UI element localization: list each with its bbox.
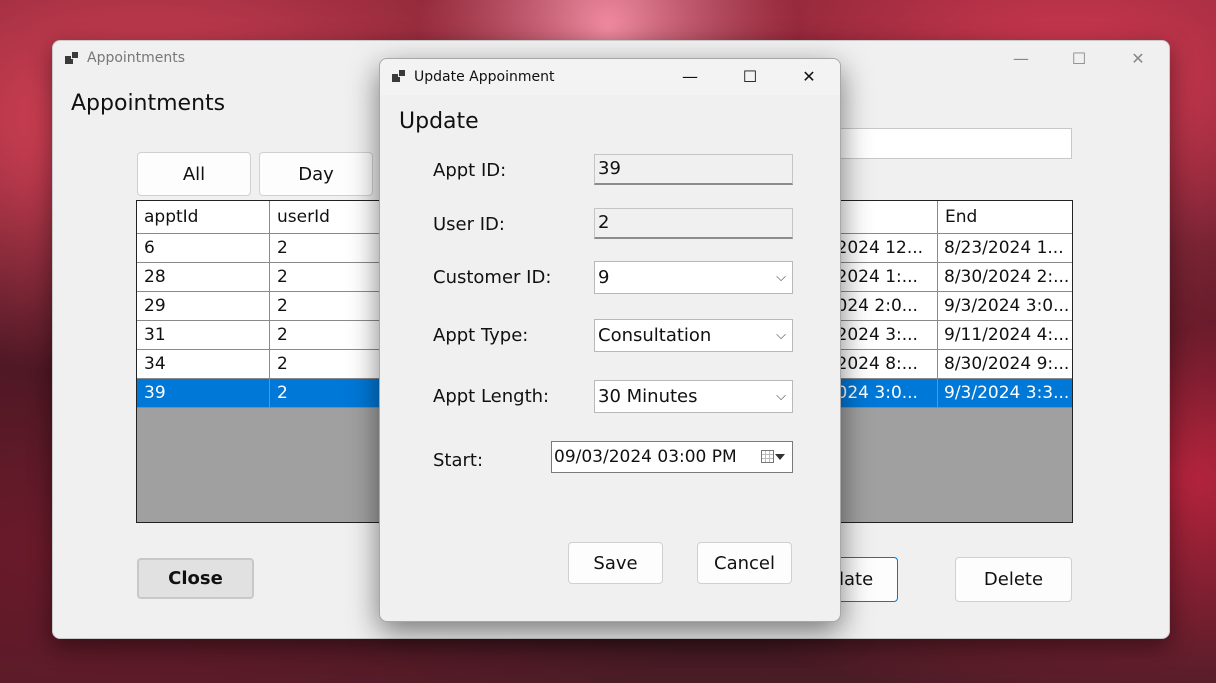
appt-type-select[interactable]: Consultation ⌵ — [594, 319, 793, 352]
save-button[interactable]: Save — [568, 542, 663, 584]
cell-end[interactable]: 9/11/2024 4:... — [938, 321, 1072, 350]
chevron-down-icon[interactable]: ⌵ — [776, 262, 786, 293]
update-appointment-dialog: Update Appoinment — ☐ ✕ Update Appt ID: … — [379, 58, 841, 622]
search-input[interactable] — [833, 128, 1072, 159]
start-datetime-picker[interactable]: 09/03/2024 03:00 PM — [551, 441, 793, 473]
appt-length-label: Appt Length: — [433, 386, 550, 407]
close-icon[interactable]: ✕ — [1116, 41, 1160, 75]
start-datetime-value: 09/03/2024 03:00 PM — [554, 447, 737, 467]
appt-length-select[interactable]: 30 Minutes ⌵ — [594, 380, 793, 413]
appt-type-label: Appt Type: — [433, 325, 529, 346]
chevron-down-icon[interactable]: ⌵ — [776, 320, 786, 351]
cancel-button[interactable]: Cancel — [697, 542, 792, 584]
cell-apptid[interactable]: 6 — [137, 234, 270, 263]
cell-apptid[interactable]: 34 — [137, 350, 270, 379]
appt-id-label: Appt ID: — [433, 160, 507, 181]
customer-id-value: 9 — [598, 267, 610, 288]
maximize-icon[interactable]: ☐ — [728, 59, 772, 93]
user-id-label: User ID: — [433, 214, 505, 235]
maximize-icon[interactable]: ☐ — [1057, 41, 1101, 75]
cell-end[interactable]: 8/30/2024 2:... — [938, 263, 1072, 292]
dropdown-arrow-icon[interactable] — [775, 454, 785, 460]
cell-end[interactable]: 8/30/2024 9:... — [938, 350, 1072, 379]
cell-apptid[interactable]: 29 — [137, 292, 270, 321]
calendar-icon[interactable] — [761, 450, 774, 463]
appt-length-value: 30 Minutes — [598, 386, 698, 407]
appt-id-field: 39 — [594, 154, 793, 185]
filter-day-button[interactable]: Day — [259, 152, 373, 196]
customer-id-select[interactable]: 9 ⌵ — [594, 261, 793, 294]
user-id-field: 2 — [594, 208, 793, 239]
close-icon[interactable]: ✕ — [787, 59, 831, 93]
minimize-icon[interactable]: — — [999, 41, 1043, 75]
appt-type-value: Consultation — [598, 325, 712, 346]
dialog-title: Update Appoinment — [414, 69, 555, 85]
minimize-icon[interactable]: — — [668, 59, 712, 93]
cell-apptid[interactable]: 28 — [137, 263, 270, 292]
dialog-title-bar[interactable]: Update Appoinment — ☐ ✕ — [380, 59, 840, 95]
cell-end[interactable]: 9/3/2024 3:0... — [938, 292, 1072, 321]
cell-end[interactable]: 9/3/2024 3:3... — [938, 379, 1072, 408]
column-header-end[interactable]: End — [938, 201, 1072, 234]
cell-apptid[interactable]: 39 — [137, 379, 270, 408]
cell-end[interactable]: 8/23/2024 1... — [938, 234, 1072, 263]
close-button[interactable]: Close — [137, 558, 254, 599]
filter-all-button[interactable]: All — [137, 152, 251, 196]
dialog-heading: Update — [399, 109, 479, 134]
customer-id-label: Customer ID: — [433, 267, 552, 288]
chevron-down-icon[interactable]: ⌵ — [776, 381, 786, 412]
main-window-title: Appointments — [87, 50, 186, 66]
app-icon — [65, 51, 79, 64]
dialog-app-icon — [392, 69, 406, 82]
cell-apptid[interactable]: 31 — [137, 321, 270, 350]
page-title: Appointments — [71, 91, 226, 116]
column-header-apptid[interactable]: apptId — [137, 201, 270, 234]
delete-button[interactable]: Delete — [955, 557, 1072, 602]
start-label: Start: — [433, 450, 484, 471]
